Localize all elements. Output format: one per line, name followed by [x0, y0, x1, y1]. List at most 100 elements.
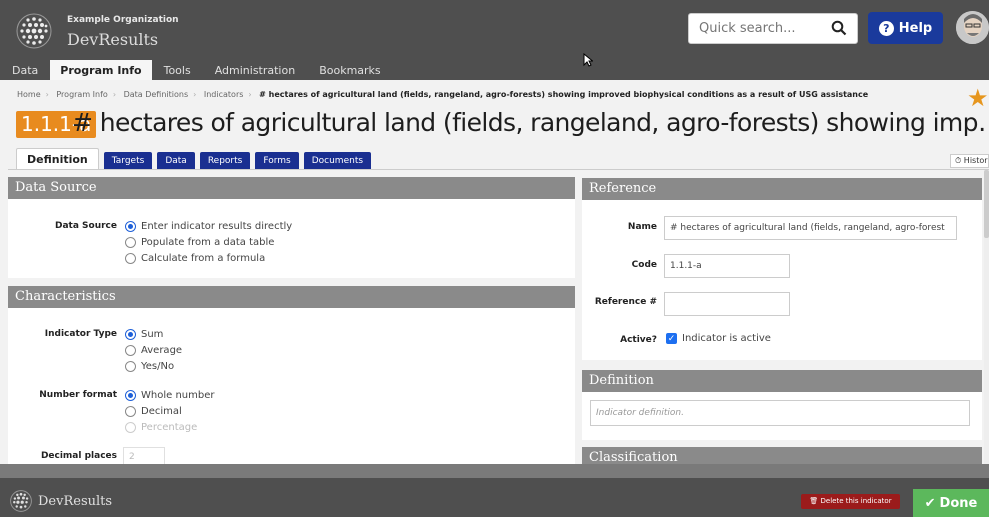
indicator-type-options: Sum Average Yes/No: [125, 326, 182, 374]
user-avatar[interactable]: [956, 11, 989, 44]
option-label: Percentage: [141, 421, 198, 433]
mouse-cursor-icon: [583, 53, 593, 67]
number-format-options: Whole number Decimal Percentage: [125, 387, 214, 435]
radio-button[interactable]: [125, 344, 136, 356]
definition-textarea[interactable]: Indicator definition.: [590, 400, 970, 426]
characteristics-panel: Characteristics: [8, 286, 575, 466]
active-checkbox[interactable]: ✓: [666, 333, 677, 344]
radio-button: [125, 421, 136, 433]
characteristics-heading: Characteristics: [8, 286, 575, 308]
user-photo-icon: [956, 11, 989, 44]
radio-button[interactable]: [125, 220, 136, 232]
breadcrumb-separator: ›: [112, 90, 117, 99]
code-input[interactable]: 1.1.1-a: [664, 254, 790, 278]
option-label: Decimal: [141, 405, 182, 417]
option-calculate-formula[interactable]: Calculate from a formula: [125, 250, 292, 266]
nav-item-tools[interactable]: Tools: [152, 60, 203, 80]
breadcrumb-separator: ›: [248, 90, 252, 99]
tab-forms[interactable]: Forms: [255, 152, 299, 170]
scrollbar[interactable]: [984, 170, 989, 464]
option-enter-directly[interactable]: Enter indicator results directly: [125, 218, 292, 234]
radio-button[interactable]: [125, 360, 136, 372]
reference-number-input[interactable]: [664, 292, 790, 316]
option-percentage: Percentage: [125, 419, 214, 435]
nav-item-bookmarks[interactable]: Bookmarks: [307, 60, 392, 80]
tab-definition[interactable]: Definition: [16, 148, 99, 170]
active-checkbox-row[interactable]: ✓ Indicator is active: [666, 333, 771, 344]
devresults-logo-icon: [10, 490, 32, 512]
option-yes-no[interactable]: Yes/No: [125, 358, 182, 374]
footer-logo-text: DevResults: [38, 493, 113, 509]
history-icon: ⏱: [955, 156, 962, 165]
decimal-places-label: Decimal places: [40, 451, 117, 461]
tab-divider: [8, 169, 989, 170]
breadcrumb-separator: ›: [45, 90, 49, 99]
radio-button[interactable]: [125, 236, 136, 248]
option-label: Average: [141, 344, 183, 356]
number-format-label: Number format: [39, 390, 117, 400]
devresults-logo-icon[interactable]: [16, 13, 52, 49]
option-sum[interactable]: Sum: [125, 326, 182, 342]
tab-reports[interactable]: Reports: [199, 152, 251, 170]
data-source-label: Data Source: [54, 221, 117, 231]
option-average[interactable]: Average: [125, 342, 182, 358]
tab-documents[interactable]: Documents: [303, 152, 372, 170]
radio-button[interactable]: [125, 328, 136, 340]
nav-item-data[interactable]: Data: [0, 60, 50, 80]
tab-data[interactable]: Data: [157, 152, 195, 170]
indicator-type-label: Indicator Type: [44, 329, 117, 339]
footer-logo: DevResults: [10, 490, 112, 512]
radio-button[interactable]: [125, 405, 136, 417]
trash-icon: 🗑: [809, 497, 819, 505]
option-label: Sum: [141, 328, 164, 340]
definition-placeholder: Indicator definition.: [596, 408, 685, 418]
option-whole-number[interactable]: Whole number: [125, 387, 214, 403]
delete-indicator-button[interactable]: 🗑 Delete this indicator: [801, 494, 900, 509]
quick-search[interactable]: [688, 13, 858, 44]
nav-item-administration[interactable]: Administration: [203, 60, 308, 80]
option-label: Populate from a data table: [141, 236, 275, 248]
nav-item-program-info[interactable]: Program Info: [50, 60, 152, 80]
radio-button[interactable]: [125, 252, 136, 264]
data-source-options: Enter indicator results directly Populat…: [125, 218, 292, 266]
decimal-places-input: 2: [123, 447, 165, 465]
definition-heading: Definition: [582, 370, 982, 392]
history-label: Histor: [963, 156, 988, 165]
reference-number-label: Reference #: [594, 297, 657, 307]
breadcrumb-home[interactable]: Home: [17, 90, 41, 99]
organization-name: Example Organization: [67, 15, 179, 25]
page-title: # hectares of agricultural land (fields,…: [72, 108, 988, 137]
option-decimal[interactable]: Decimal: [125, 403, 214, 419]
breadcrumb-program-info[interactable]: Program Info: [56, 90, 107, 99]
indicator-tabs: Definition Targets Data Reports Forms Do…: [16, 148, 372, 170]
done-button[interactable]: ✔ Done: [913, 489, 989, 517]
reference-heading: Reference: [582, 178, 982, 200]
done-label: Done: [939, 495, 978, 511]
main-nav: Data Program Info Tools Administration B…: [0, 60, 393, 80]
question-icon: ?: [878, 20, 894, 36]
name-input[interactable]: # hectares of agricultural land (fields,…: [664, 216, 957, 240]
breadcrumb-current: # hectares of agricultural land (fields,…: [259, 90, 869, 99]
help-label: Help: [898, 20, 933, 36]
history-button[interactable]: ⏱ Histor: [950, 154, 989, 168]
code-label: Code: [631, 260, 657, 270]
help-button[interactable]: ? Help: [868, 12, 943, 44]
scrollbar-thumb[interactable]: [984, 170, 989, 238]
option-populate-data-table[interactable]: Populate from a data table: [125, 234, 292, 250]
breadcrumb: Home › Program Info › Data Definitions › In…: [17, 90, 868, 99]
active-checkbox-label: Indicator is active: [682, 333, 771, 344]
breadcrumb-indicators[interactable]: Indicators: [204, 90, 244, 99]
tab-targets[interactable]: Targets: [103, 152, 153, 170]
checkmark-icon: ✔: [924, 495, 936, 511]
search-input[interactable]: [689, 14, 819, 43]
data-source-heading: Data Source: [8, 177, 575, 199]
app-name[interactable]: DevResults: [67, 30, 158, 49]
option-label: Enter indicator results directly: [141, 220, 293, 232]
footer-divider: [0, 464, 989, 478]
option-label: Calculate from a formula: [141, 252, 266, 264]
radio-button[interactable]: [125, 389, 136, 401]
breadcrumb-separator: ›: [193, 90, 197, 99]
breadcrumb-data-definitions[interactable]: Data Definitions: [124, 90, 189, 99]
search-icon[interactable]: [831, 20, 847, 36]
delete-label: Delete this indicator: [820, 497, 892, 505]
